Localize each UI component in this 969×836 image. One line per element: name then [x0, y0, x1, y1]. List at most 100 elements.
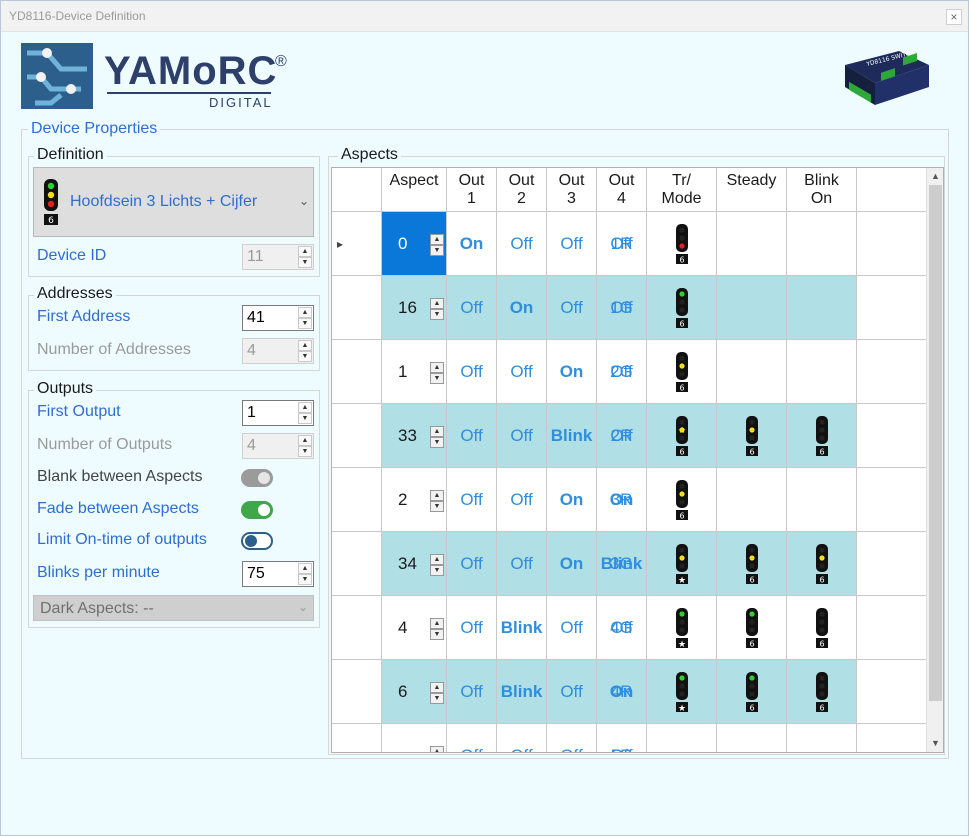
aspect-stepper[interactable]: ▲▼ [430, 682, 444, 704]
row-header[interactable] [332, 404, 382, 468]
down-arrow-icon[interactable]: ▼ [430, 245, 444, 256]
table-row[interactable]: 4 ▲ ▼ Off Blink Off Off 4G ★ 6 6 [332, 596, 927, 660]
chevron-down-icon[interactable]: ⌄ [299, 194, 309, 208]
row-header[interactable] [332, 660, 382, 724]
aspects-grid[interactable]: Aspect Out 1 Out 2 Out 3 Out 4 Tr/Mode Steady Blink… [331, 167, 944, 753]
aspect-cell[interactable]: 16 ▲ ▼ [382, 276, 447, 340]
aspect-value[interactable]: 0 [398, 234, 407, 253]
row-header[interactable] [332, 340, 382, 404]
row-header[interactable] [332, 532, 382, 596]
output-cell[interactable]: On [447, 212, 497, 276]
steady-cell[interactable]: ★ [647, 532, 717, 596]
scroll-thumb[interactable] [929, 185, 942, 701]
blink-on-cell[interactable]: 6 [717, 596, 787, 660]
steady-cell[interactable] [647, 724, 717, 752]
aspect-value[interactable]: 2 [398, 490, 407, 509]
aspect-stepper[interactable]: ▲▼ [430, 554, 444, 576]
output-cell[interactable]: Off [447, 468, 497, 532]
up-arrow-icon[interactable]: ▲ [430, 298, 444, 309]
row-header[interactable]: ▸ [332, 212, 382, 276]
aspect-stepper[interactable]: ▲▼ [430, 490, 444, 512]
column-header[interactable]: Out 3 [547, 168, 597, 212]
down-arrow-icon[interactable]: ▼ [430, 309, 444, 320]
mode-cell[interactable]: 4R [597, 660, 647, 724]
blink-on-cell[interactable] [717, 212, 787, 276]
column-header[interactable]: Steady [717, 168, 787, 212]
blink-on-cell[interactable] [717, 724, 787, 752]
output-cell[interactable]: On [547, 468, 597, 532]
aspect-cell[interactable]: 33 ▲ ▼ [382, 404, 447, 468]
steady-cell[interactable]: ★ [647, 596, 717, 660]
blink-off-cell[interactable] [787, 724, 857, 752]
output-cell[interactable]: Off [497, 532, 547, 596]
output-cell[interactable]: Off [497, 404, 547, 468]
row-header[interactable] [332, 468, 382, 532]
steady-cell[interactable]: 6 [647, 212, 717, 276]
table-row[interactable]: 33 ▲ ▼ Off Off Blink Off 2R ★ 6 6 6 [332, 404, 927, 468]
blink-on-cell[interactable]: 6 [717, 660, 787, 724]
column-header[interactable]: Aspect [382, 168, 447, 212]
scroll-up-icon[interactable]: ▲ [927, 168, 943, 185]
mode-cell[interactable]: 2G [597, 340, 647, 404]
blink-on-cell[interactable] [717, 468, 787, 532]
first-output-value[interactable]: 1 [247, 404, 256, 421]
output-cell[interactable]: Off [447, 404, 497, 468]
aspect-value[interactable]: 1 [398, 362, 407, 381]
mode-cell[interactable]: 5R [597, 724, 647, 752]
output-cell[interactable]: Off [497, 468, 547, 532]
column-header[interactable]: Out 2 [497, 168, 547, 212]
down-arrow-icon[interactable]: ▼ [298, 318, 312, 329]
up-arrow-icon[interactable]: ▲ [430, 746, 444, 752]
blink-on-cell[interactable]: 6 [717, 532, 787, 596]
mode-cell[interactable]: 3G [597, 532, 647, 596]
output-cell[interactable]: Off [447, 724, 497, 752]
blinks-per-minute-value[interactable]: 75 [247, 565, 265, 582]
fade-between-aspects-toggle[interactable] [241, 501, 273, 519]
blinks-per-minute-stepper[interactable]: 75 ▲ ▼ [242, 561, 314, 587]
up-arrow-icon[interactable]: ▲ [298, 563, 312, 574]
table-row[interactable]: 6 ▲ ▼ Off Blink Off On 4R ★ 6 6 [332, 660, 927, 724]
output-cell[interactable]: Off [547, 212, 597, 276]
output-cell[interactable]: On [497, 276, 547, 340]
aspect-value[interactable]: 16 [398, 298, 417, 317]
table-row[interactable]: ▲▼OffOffOffOff5R [332, 724, 927, 752]
aspect-value[interactable]: 34 [398, 554, 417, 573]
output-cell[interactable]: Off [447, 660, 497, 724]
blink-off-cell[interactable]: 6 [787, 532, 857, 596]
aspect-stepper[interactable]: ▲▼ [430, 746, 444, 752]
down-arrow-icon[interactable]: ▼ [430, 501, 444, 512]
output-cell[interactable]: Off [497, 340, 547, 404]
aspect-cell[interactable]: 4 ▲ ▼ [382, 596, 447, 660]
aspect-cell[interactable]: ▲▼ [382, 724, 447, 752]
mode-cell[interactable]: 1G [597, 276, 647, 340]
steady-cell[interactable]: ★ [647, 660, 717, 724]
output-cell[interactable]: Blink [497, 596, 547, 660]
mode-cell[interactable]: 1R [597, 212, 647, 276]
steady-cell[interactable]: 6 [647, 340, 717, 404]
output-cell[interactable]: Off [547, 724, 597, 752]
column-header[interactable]: Blink On [787, 168, 857, 212]
aspect-cell[interactable]: 0 ▲ ▼ [382, 212, 447, 276]
output-cell[interactable]: Off [497, 724, 547, 752]
blink-off-cell[interactable] [787, 340, 857, 404]
blink-on-cell[interactable]: 6 [717, 404, 787, 468]
output-cell[interactable]: Blink [547, 404, 597, 468]
aspect-value[interactable]: 4 [398, 618, 407, 637]
blank-between-aspects-toggle[interactable] [241, 469, 273, 487]
blink-on-cell[interactable] [717, 340, 787, 404]
column-header[interactable]: Out 4 [597, 168, 647, 212]
output-cell[interactable]: Off [547, 276, 597, 340]
aspect-stepper[interactable]: ▲▼ [430, 426, 444, 448]
blink-off-cell[interactable] [787, 276, 857, 340]
output-cell[interactable]: Off [547, 660, 597, 724]
blink-off-cell[interactable]: 6 [787, 404, 857, 468]
output-cell[interactable]: Blink [497, 660, 547, 724]
table-row[interactable]: 2 ▲ ▼ Off Off On On 3R 6 [332, 468, 927, 532]
table-row[interactable]: ▸ 0 ▲ ▼ On Off Off Off 1R 6 [332, 212, 927, 276]
down-arrow-icon[interactable]: ▼ [298, 574, 312, 585]
first-address-stepper[interactable]: 41 ▲ ▼ [242, 305, 314, 331]
row-header[interactable] [332, 276, 382, 340]
output-cell[interactable]: On [547, 532, 597, 596]
up-arrow-icon[interactable]: ▲ [430, 618, 444, 629]
output-cell[interactable]: Off [547, 596, 597, 660]
